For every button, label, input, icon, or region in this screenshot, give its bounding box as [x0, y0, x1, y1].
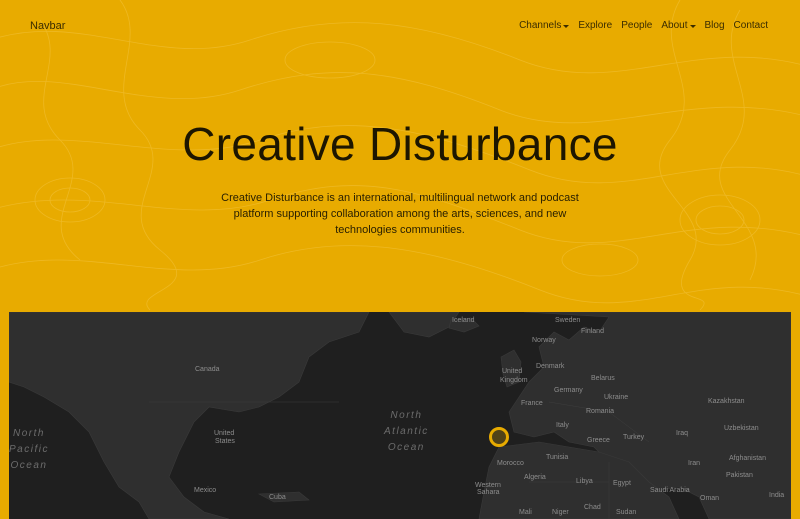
- map-label: States: [215, 438, 235, 445]
- location-marker[interactable]: [489, 427, 509, 447]
- map-label: United: [214, 430, 235, 437]
- map-label: Saudi Arabia: [650, 487, 690, 494]
- nav-about-label: About: [661, 20, 688, 31]
- caret-down-icon: [563, 24, 570, 28]
- nav-people-link[interactable]: People: [621, 20, 652, 31]
- map-label: Niger: [552, 509, 569, 516]
- map-label: Italy: [556, 422, 569, 429]
- map-label: Oman: [700, 495, 720, 502]
- nav-blog-link[interactable]: Blog: [705, 20, 725, 31]
- map-label: Finland: [581, 328, 604, 335]
- map-label: Sahara: [477, 489, 500, 496]
- map-label: Ukraine: [604, 394, 629, 401]
- navbar: Navbar Channels Explore People About Blo…: [0, 0, 800, 52]
- nav-contact-label: Contact: [733, 20, 768, 31]
- map-label: Morocco: [497, 460, 524, 467]
- map-label: Western: [475, 482, 501, 489]
- map-label: Cuba: [269, 494, 286, 501]
- map-label: Iraq: [676, 430, 689, 437]
- nav-people-label: People: [621, 20, 653, 31]
- map-label: Iran: [688, 460, 701, 467]
- map-label: Iceland: [452, 317, 475, 324]
- nav-explore-link[interactable]: Explore: [578, 20, 612, 31]
- map-label: United: [502, 368, 523, 375]
- map-label: Romania: [586, 408, 615, 415]
- map-label: Libya: [576, 478, 593, 485]
- nav-explore-label: Explore: [578, 20, 613, 31]
- map-label: Sweden: [555, 317, 581, 324]
- map-label: Denmark: [536, 363, 565, 370]
- map-label: Kazakhstan: [708, 398, 745, 405]
- map-label: Turkey: [623, 434, 645, 441]
- world-map[interactable]: North Pacific Ocean North Atlantic Ocean…: [9, 312, 791, 519]
- map-label: Kingdom: [500, 377, 528, 384]
- map-label: France: [521, 400, 543, 407]
- nav-links: Channels Explore People About Blog Conta…: [519, 20, 768, 31]
- map-label: Egypt: [613, 480, 631, 487]
- map-label: Uzbekistan: [724, 425, 759, 432]
- map-label: Norway: [532, 337, 556, 344]
- nav-channels-label: Channels: [519, 20, 562, 31]
- nav-blog-label: Blog: [704, 20, 725, 31]
- ocean-label-north-atlantic: North Atlantic Ocean: [384, 410, 429, 453]
- nav-channels-dropdown[interactable]: Channels: [519, 20, 570, 31]
- map-label: Canada: [195, 366, 220, 373]
- map-label: Algeria: [524, 474, 546, 481]
- hero-title: Creative Disturbance: [182, 118, 618, 170]
- map-label: Pakistan: [726, 472, 753, 479]
- map-label: Germany: [554, 387, 583, 394]
- navbar-brand[interactable]: Navbar: [30, 20, 65, 32]
- hero-description: Creative Disturbance is an international…: [221, 192, 579, 236]
- map-label: Afghanistan: [729, 455, 766, 462]
- map-label: Belarus: [591, 375, 615, 382]
- caret-down-icon: [689, 24, 696, 28]
- map-label: Greece: [587, 437, 610, 444]
- ocean-label-north-pacific: North Pacific Ocean: [9, 428, 49, 471]
- map-label: Tunisia: [546, 454, 569, 461]
- map-label: Sudan: [616, 509, 637, 516]
- map-label: Chad: [584, 504, 601, 511]
- map-label: Mexico: [194, 487, 217, 494]
- nav-contact-link[interactable]: Contact: [734, 20, 768, 31]
- map-label: Mali: [519, 509, 532, 516]
- map-label: India: [769, 492, 785, 499]
- nav-about-dropdown[interactable]: About: [661, 20, 696, 31]
